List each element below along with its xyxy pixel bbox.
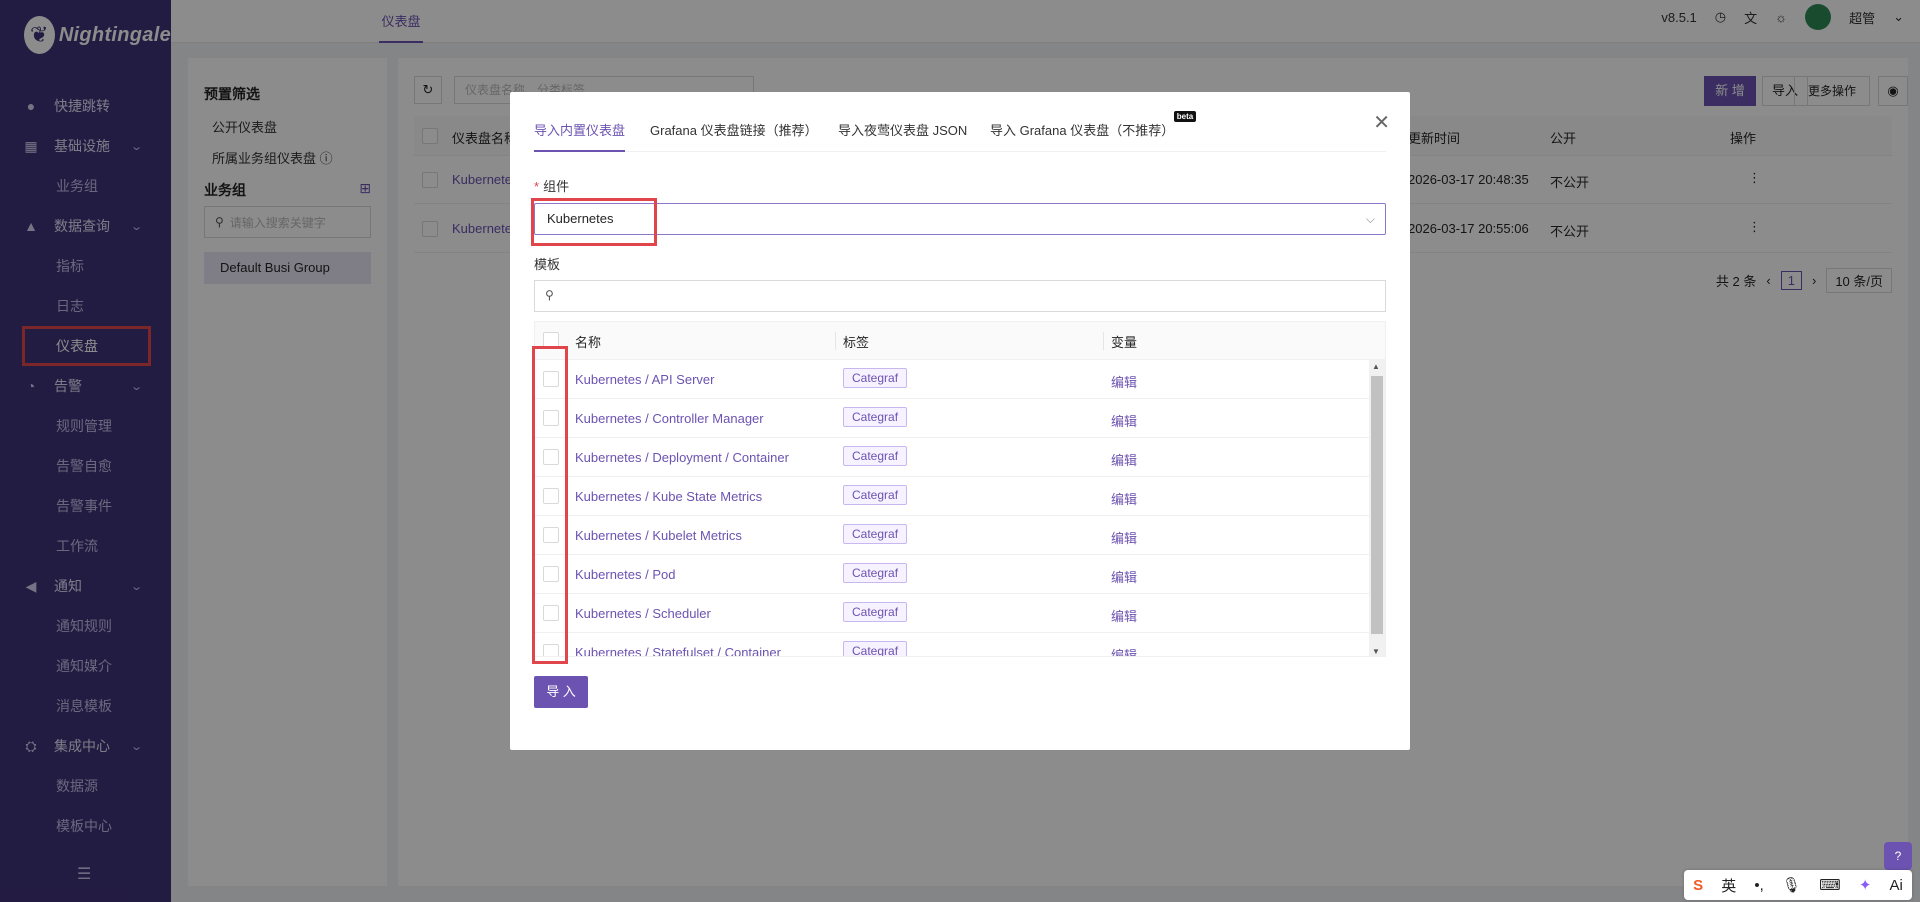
component-label: * 组件 [534, 179, 570, 194]
edit-link[interactable]: 编辑 [1111, 645, 1137, 656]
tag-badge: Categraf [843, 485, 908, 505]
sogou-logo-icon[interactable]: S [1693, 877, 1703, 894]
table-row: Kubernetes / Controller Manager Categraf… [535, 399, 1369, 438]
beta-badge: beta [1173, 111, 1197, 122]
table-row: Kubernetes / API Server Categraf 编辑 [535, 360, 1369, 399]
scroll-down-icon[interactable]: ▼ [1372, 647, 1380, 656]
tag-badge: Categraf [843, 446, 908, 466]
close-icon[interactable]: ✕ [1373, 110, 1390, 135]
ime-lang-toggle[interactable]: 英 [1721, 875, 1736, 896]
tag-badge: Categraf [843, 407, 908, 427]
edit-link[interactable]: 编辑 [1111, 372, 1137, 391]
tag-badge: Categraf [843, 641, 908, 656]
table-row: Kubernetes / Pod Categraf 编辑 [535, 555, 1369, 594]
edit-link[interactable]: 编辑 [1111, 411, 1137, 430]
skin-icon[interactable]: ✦ [1859, 876, 1872, 894]
import-button[interactable]: 导 入 [534, 676, 588, 708]
tag-badge: Categraf [843, 602, 908, 622]
keyboard-icon[interactable]: ⌨ [1819, 876, 1841, 894]
table-header: 名称 标签 变量 [535, 322, 1385, 360]
ime-toolbar: S 英 •, 🎙 ⌨ ✦ Ai [1684, 870, 1912, 900]
tab-grafana-link[interactable]: Grafana 仪表盘链接（推荐） [650, 120, 818, 152]
import-dashboard-modal: 导入内置仪表盘 Grafana 仪表盘链接（推荐） 导入夜莺仪表盘 JSON 导… [510, 92, 1410, 750]
table-row: Kubernetes / Scheduler Categraf 编辑 [535, 594, 1369, 633]
template-table: 名称 标签 变量 Kubernetes / API Server Categra… [534, 321, 1386, 657]
edit-link[interactable]: 编辑 [1111, 528, 1137, 547]
scroll-up-icon[interactable]: ▲ [1372, 362, 1380, 371]
scroll-thumb[interactable] [1371, 376, 1383, 634]
modal-tabs: 导入内置仪表盘 Grafana 仪表盘链接（推荐） 导入夜莺仪表盘 JSON 导… [534, 92, 1386, 152]
template-label: 模板 [534, 257, 561, 272]
table-row: Kubernetes / Kube State Metrics Categraf… [535, 477, 1369, 516]
tag-badge: Categraf [843, 524, 908, 544]
edit-link[interactable]: 编辑 [1111, 567, 1137, 586]
component-select[interactable]: Kubernetes ⌵ [534, 203, 1386, 235]
edit-link[interactable]: 编辑 [1111, 489, 1137, 508]
search-icon: ⚲ [545, 288, 554, 302]
tab-import-builtin[interactable]: 导入内置仪表盘 [534, 120, 626, 152]
help-icon[interactable]: ? [1884, 842, 1912, 870]
edit-link[interactable]: 编辑 [1111, 606, 1137, 625]
ai-button[interactable]: Ai [1890, 877, 1903, 894]
chevron-down-icon: ⌵ [1365, 212, 1375, 226]
tab-import-n9e-json[interactable]: 导入夜莺仪表盘 JSON [838, 120, 967, 152]
highlight-box [531, 198, 657, 246]
edit-link[interactable]: 编辑 [1111, 450, 1137, 469]
punctuation-icon[interactable]: •, [1754, 877, 1763, 894]
table-scrollbar[interactable]: ▲ ▼ [1369, 360, 1385, 656]
table-row: Kubernetes / Kubelet Metrics Categraf 编辑 [535, 516, 1369, 555]
tag-badge: Categraf [843, 563, 908, 583]
table-row: Kubernetes / Deployment / Container Cate… [535, 438, 1369, 477]
microphone-icon[interactable]: 🎙 [1782, 876, 1801, 894]
tab-import-grafana[interactable]: 导入 Grafana 仪表盘（不推荐） beta [990, 111, 1197, 152]
highlight-box [532, 346, 568, 664]
template-search-input[interactable]: ⚲ [534, 280, 1386, 312]
table-row: Kubernetes / Statefulset / Container Cat… [535, 633, 1369, 656]
tag-badge: Categraf [843, 368, 908, 388]
